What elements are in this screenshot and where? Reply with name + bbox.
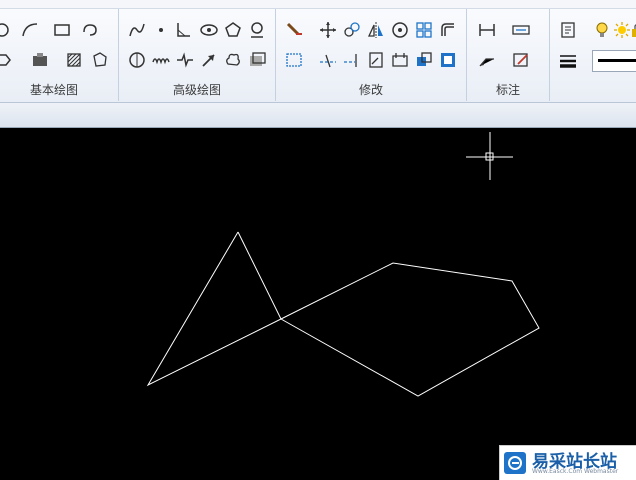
ucs-tool-icon[interactable] bbox=[173, 20, 193, 40]
drawing-canvas[interactable] bbox=[0, 128, 636, 480]
drawing-svg bbox=[146, 132, 540, 397]
group-basic-draw: 基本绘图 bbox=[0, 9, 119, 101]
copy-tool-icon[interactable] bbox=[342, 20, 362, 40]
erase-tool-icon[interactable] bbox=[284, 20, 304, 40]
linetype-dropdown[interactable] bbox=[592, 50, 636, 72]
region-tool-icon[interactable] bbox=[0, 50, 14, 70]
properties-tool-icon[interactable] bbox=[438, 50, 458, 70]
mirror-tool-icon[interactable] bbox=[366, 20, 386, 40]
watermark-subtext: Www.Easck.Com Webmaster bbox=[532, 468, 619, 475]
cloud-line-icon[interactable] bbox=[223, 50, 243, 70]
dimension-style-icon[interactable] bbox=[511, 20, 531, 40]
layer-lock-icon[interactable] bbox=[628, 20, 636, 40]
revcloud-tool-icon[interactable] bbox=[80, 20, 100, 40]
boundary-tool-icon[interactable] bbox=[90, 50, 110, 70]
triangle-shape[interactable] bbox=[146, 231, 282, 387]
hatch-tool-icon[interactable] bbox=[64, 50, 84, 70]
table-tool-icon[interactable] bbox=[247, 50, 267, 70]
linear-dimension-icon[interactable] bbox=[477, 20, 497, 40]
rotate-tool-icon[interactable] bbox=[390, 20, 410, 40]
lightbulb-icon[interactable] bbox=[592, 20, 612, 40]
point-tool-icon[interactable] bbox=[151, 20, 171, 40]
crosshair-cursor bbox=[466, 132, 513, 180]
ribbon-toolbar: 基本绘图 高级绘图 修改 标注 bbox=[0, 0, 636, 103]
group-label-advanced-draw: 高级绘图 bbox=[172, 83, 221, 97]
ribbon-tab-strip bbox=[0, 0, 636, 9]
explode-tool-icon[interactable] bbox=[414, 50, 434, 70]
layer-properties-icon[interactable] bbox=[558, 20, 578, 40]
donut-tool-icon[interactable] bbox=[247, 20, 267, 40]
stretch-tool-icon[interactable] bbox=[284, 50, 304, 70]
group-advanced-draw: 高级绘图 bbox=[119, 9, 276, 101]
group-label-basic-draw: 基本绘图 bbox=[29, 83, 78, 97]
trim-tool-icon[interactable] bbox=[318, 50, 338, 70]
dimension-edit-icon[interactable] bbox=[511, 50, 531, 70]
watermark: 易采站长站 Www.Easck.Com Webmaster bbox=[499, 445, 636, 480]
chamfer-tool-icon[interactable] bbox=[390, 50, 410, 70]
orbit-tool-icon[interactable] bbox=[127, 50, 147, 70]
rectangle-tool-icon[interactable] bbox=[52, 20, 72, 40]
polygon-tool-icon[interactable] bbox=[223, 20, 243, 40]
scale-tool-icon[interactable] bbox=[366, 50, 386, 70]
extend-tool-icon[interactable] bbox=[342, 50, 362, 70]
group-dimension: 标注 bbox=[467, 9, 550, 101]
offset-tool-icon[interactable] bbox=[438, 20, 458, 40]
group-label-modify: 修改 bbox=[358, 83, 383, 97]
lineweight-icon[interactable] bbox=[558, 50, 578, 70]
linetype-sample bbox=[598, 59, 636, 62]
polygon-shape[interactable] bbox=[280, 262, 540, 397]
multileader-icon[interactable] bbox=[477, 50, 497, 70]
circle-tool-icon[interactable] bbox=[0, 20, 14, 40]
spline-tool-icon[interactable] bbox=[127, 20, 147, 40]
ellipse-tool-icon[interactable] bbox=[199, 20, 219, 40]
group-layers bbox=[550, 9, 636, 101]
watermark-logo-icon bbox=[504, 452, 526, 474]
group-modify: 修改 bbox=[276, 9, 467, 101]
command-tab-bar bbox=[0, 103, 636, 128]
array-tool-icon[interactable] bbox=[414, 20, 434, 40]
arc-tool-icon[interactable] bbox=[20, 20, 40, 40]
arrow-tool-icon[interactable] bbox=[199, 50, 219, 70]
block-insert-icon[interactable] bbox=[30, 50, 50, 70]
breakline-icon[interactable] bbox=[175, 50, 195, 70]
group-label-dimension: 标注 bbox=[495, 83, 520, 97]
move-tool-icon[interactable] bbox=[318, 20, 338, 40]
wave-line-icon[interactable] bbox=[151, 50, 171, 70]
